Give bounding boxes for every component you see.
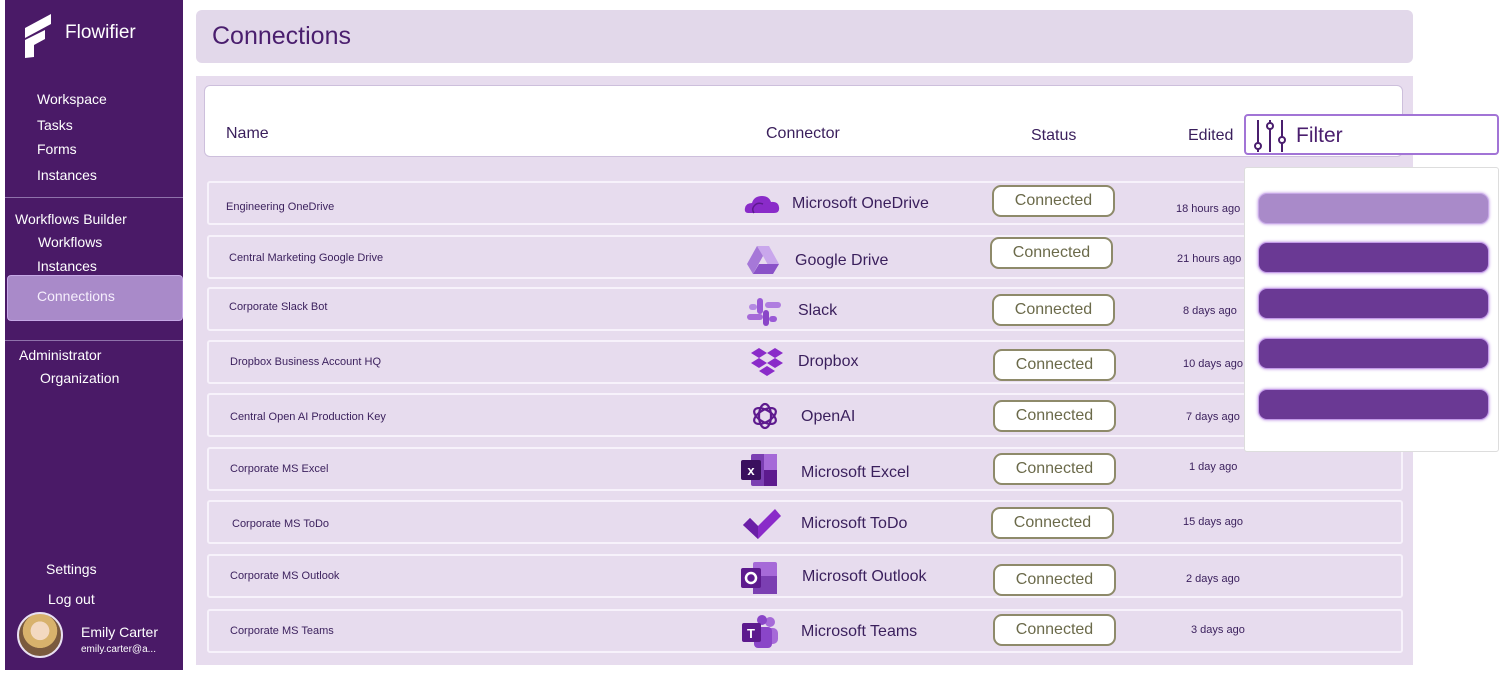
connection-name: Corporate Slack Bot [229,301,328,313]
connection-name: Central Marketing Google Drive [229,252,384,264]
connection-name: Engineering OneDrive [226,201,335,213]
connector-name: Microsoft ToDo [801,515,908,532]
table-row[interactable]: Corporate Slack Bot Slack Connected 8 da… [207,287,1403,331]
status-badge: Connected [993,400,1116,432]
sidebar-item-forms[interactable]: Forms [37,141,77,157]
table-row[interactable]: Corporate MS Excel x Microsoft Excel Con… [207,447,1403,491]
connector-name: Dropbox [798,353,859,370]
onedrive-icon [744,196,780,214]
connector-name: Slack [798,302,838,319]
sidebar-item-connections[interactable]: Connections [7,275,183,321]
column-header-name[interactable]: Name [226,125,269,143]
column-header-edited[interactable]: Edited [1188,127,1233,145]
teams-icon: T [742,615,778,648]
status-badge: Connected [993,614,1116,646]
user-profile[interactable]: Emily Carter emily.carter@a... [15,612,180,662]
status-badge: Connected [990,237,1113,269]
logout-link[interactable]: Log out [48,591,95,607]
outlook-icon [741,562,777,594]
connection-name: Corporate MS Excel [230,463,329,475]
status-badge: Connected [993,349,1116,381]
edited-time: 3 days ago [1191,624,1245,636]
connector-name: OpenAI [801,408,856,425]
page-title: Connections [212,22,351,50]
filter-dropdown [1244,167,1499,452]
table-row[interactable]: Central Marketing Google Drive Google Dr… [207,235,1403,279]
connector-name: Microsoft Outlook [802,568,927,585]
svg-text:x: x [747,463,755,478]
connector-name: Microsoft Teams [801,623,918,640]
filter-option[interactable] [1258,242,1489,273]
svg-text:T: T [747,626,755,641]
brand[interactable]: Flowifier [23,14,136,58]
status-badge: Connected [993,453,1116,485]
connection-name: Dropbox Business Account HQ [230,356,382,368]
google-drive-icon [747,246,779,274]
filter-option[interactable] [1258,389,1489,420]
sidebar-item-tasks[interactable]: Tasks [37,117,73,133]
table-row[interactable]: Corporate MS Outlook Microsoft Outlook C… [207,554,1403,598]
edited-time: 18 hours ago [1176,203,1241,215]
connection-name: Corporate MS Outlook [230,570,340,582]
edited-time: 1 day ago [1189,461,1238,473]
sidebar-item-instances[interactable]: Instances [37,167,97,183]
table-row[interactable]: Central Open AI Production Key OpenAI Co… [207,393,1403,437]
page-header: Connections [196,10,1413,63]
edited-time: 10 days ago [1183,358,1243,370]
sliders-icon [1254,120,1286,152]
settings-link[interactable]: Settings [46,561,97,577]
edited-time: 2 days ago [1186,573,1240,585]
connection-name: Central Open AI Production Key [230,411,386,423]
sidebar-item-workflows[interactable]: Workflows [38,234,102,250]
slack-icon [747,298,781,326]
excel-icon: x [741,454,777,486]
sidebar-section-administrator: Administrator [19,347,102,363]
status-badge: Connected [992,185,1115,217]
flowifier-logo-icon [25,14,51,58]
connector-name: Google Drive [795,252,889,269]
openai-icon [753,402,777,430]
status-badge: Connected [991,507,1114,539]
edited-time: 21 hours ago [1177,253,1242,265]
sidebar: Flowifier Workspace Tasks Forms Instance… [5,0,183,670]
user-email: emily.carter@a... [81,644,156,655]
app-name: Flowifier [65,22,136,43]
sidebar-item-label: Connections [37,288,115,304]
filter-button[interactable]: Filter [1244,114,1499,155]
sidebar-item-builder-instances[interactable]: Instances [37,258,97,274]
table-row[interactable]: Dropbox Business Account HQ Dropbox Conn… [207,340,1403,384]
table-row[interactable]: Corporate MS Teams T Microsoft Teams Con… [207,609,1403,653]
status-badge: Connected [993,564,1116,596]
table-header [204,85,1403,157]
connection-name: Corporate MS Teams [230,625,334,637]
sidebar-item-organization[interactable]: Organization [40,370,119,386]
connection-name: Corporate MS ToDo [232,518,330,530]
edited-time: 15 days ago [1183,516,1243,528]
column-header-connector[interactable]: Connector [766,125,840,143]
sidebar-divider [5,197,183,198]
column-header-status[interactable]: Status [1031,127,1076,145]
filter-option[interactable] [1258,338,1489,369]
user-name: Emily Carter [81,624,159,640]
avatar [17,612,63,658]
filter-label: Filter [1296,124,1343,147]
connector-name: Microsoft Excel [801,464,910,481]
edited-time: 8 days ago [1183,305,1237,317]
table-row[interactable]: Engineering OneDrive Microsoft OneDrive … [207,181,1403,225]
sidebar-item-workspace[interactable]: Workspace [37,91,107,107]
sidebar-divider [5,340,183,341]
connector-name: Microsoft OneDrive [792,195,929,212]
todo-icon [743,509,781,539]
status-badge: Connected [992,294,1115,326]
edited-time: 7 days ago [1186,411,1240,423]
table-row[interactable]: Corporate MS ToDo Microsoft ToDo Connect… [207,500,1403,544]
dropbox-icon [751,348,783,376]
filter-option[interactable] [1258,193,1489,224]
filter-option[interactable] [1258,288,1489,319]
sidebar-section-workflows-builder: Workflows Builder [15,211,127,227]
